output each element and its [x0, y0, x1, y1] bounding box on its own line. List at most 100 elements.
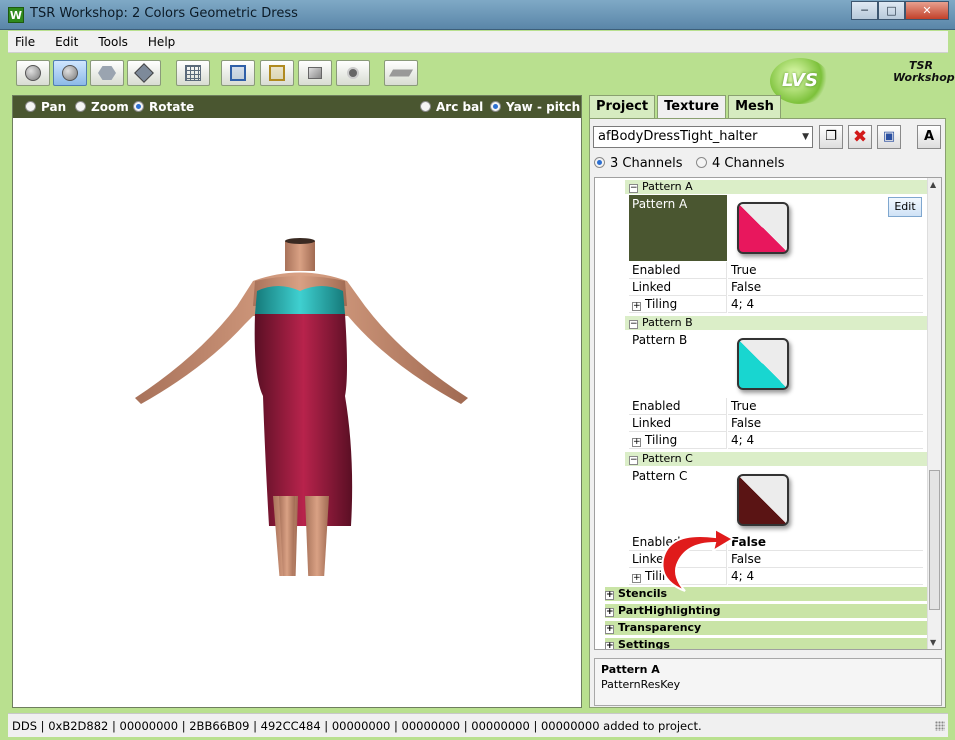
yaw-pitch-radio[interactable] [490, 101, 501, 112]
tab-texture[interactable]: Texture [657, 95, 727, 119]
render-hexagon-button[interactable] [90, 60, 124, 86]
pattern-c-header-label: Pattern C [642, 452, 693, 465]
pattern-a-tiling-value[interactable]: 4; 4 [728, 296, 923, 313]
pattern-c-linked-value[interactable]: False [728, 551, 923, 568]
pattern-a-tiling-label[interactable]: + Tiling [629, 296, 727, 313]
section-settings[interactable]: + Settings [605, 638, 927, 649]
pattern-c-tiling-value[interactable]: 4; 4 [728, 568, 923, 585]
close-button[interactable]: ✕ [905, 1, 949, 20]
pattern-b-enabled-label: Enabled [629, 398, 727, 415]
expand-icon[interactable]: + [605, 625, 614, 634]
texture-panel: afBodyDressTight_halter ▼ ❐ ✖ ▣ A 3 Chan… [589, 118, 946, 708]
yaw-pitch-option[interactable]: Yaw - pitch [490, 100, 580, 114]
4-channels-option[interactable]: 4 Channels [696, 156, 785, 171]
window-title: TSR Workshop: 2 Colors Geometric Dress [30, 6, 298, 21]
a-button[interactable]: A [917, 125, 941, 149]
save-icon: ▣ [882, 129, 896, 144]
pattern-b-tiling-value[interactable]: 4; 4 [728, 432, 923, 449]
resize-grip-icon[interactable] [935, 721, 945, 731]
arcball-radio[interactable] [420, 101, 431, 112]
menu-help[interactable]: Help [148, 35, 175, 49]
menu-tools[interactable]: Tools [98, 35, 128, 49]
arcball-option[interactable]: Arc bal [420, 100, 483, 114]
delete-button[interactable]: ✖ [848, 125, 872, 149]
expand-icon[interactable]: + [632, 438, 641, 447]
chevron-down-icon: ▼ [802, 132, 809, 142]
zoom-option[interactable]: Zoom [75, 100, 129, 114]
menu-bar: File Edit Tools Help [8, 31, 948, 53]
pan-option[interactable]: Pan [25, 100, 66, 114]
tiling-label-text: Tiling [645, 297, 678, 311]
minimize-button[interactable]: ─ [851, 1, 878, 20]
pattern-b-linked-value[interactable]: False [728, 415, 923, 432]
render-sphere-button[interactable] [16, 60, 50, 86]
pattern-a-linked-value[interactable]: False [728, 279, 923, 296]
expand-icon[interactable]: + [632, 574, 641, 583]
scroll-down-icon[interactable]: ▼ [930, 638, 936, 647]
collapse-icon[interactable]: − [629, 456, 638, 465]
mesh-view-button[interactable] [260, 60, 294, 86]
pattern-a-header[interactable]: − Pattern A [625, 180, 927, 194]
grid-button[interactable] [176, 60, 210, 86]
render-diamond-button[interactable] [127, 60, 161, 86]
scroll-thumb[interactable] [929, 470, 940, 610]
tab-project[interactable]: Project [589, 95, 656, 118]
diamond-icon [134, 63, 154, 83]
sphere-shaded-icon [62, 65, 78, 81]
pattern-b-label[interactable]: Pattern B [629, 331, 727, 397]
pattern-b-enabled-value[interactable]: True [728, 398, 923, 415]
section-stencils[interactable]: + Stencils [605, 587, 927, 601]
bone-view-button[interactable] [221, 60, 255, 86]
save-button[interactable]: ▣ [877, 125, 901, 149]
4-channels-radio[interactable] [696, 157, 707, 168]
section-parthighlighting-label: PartHighlighting [618, 604, 721, 617]
description-text: PatternResKey [601, 678, 681, 691]
viewport-options-bar: Pan Zoom Rotate Arc bal Yaw - pitch [13, 96, 581, 118]
collapse-icon[interactable]: − [629, 320, 638, 329]
pattern-a-swatch[interactable] [737, 202, 789, 254]
pattern-c-enabled-value[interactable]: False [728, 534, 923, 551]
property-description: Pattern A PatternResKey [594, 658, 942, 706]
texture-select[interactable]: afBodyDressTight_halter ▼ [593, 126, 813, 148]
cube-blue-icon [230, 65, 246, 81]
3-channels-radio[interactable] [594, 157, 605, 168]
section-transparency[interactable]: + Transparency [605, 621, 927, 635]
sphere-icon [25, 65, 41, 81]
maximize-button[interactable]: □ [878, 1, 905, 20]
tsr-workshop-logo: TSR Workshop [893, 59, 955, 84]
pattern-b-swatch[interactable] [737, 338, 789, 390]
pan-radio[interactable] [25, 101, 36, 112]
rotate-radio[interactable] [133, 101, 144, 112]
property-grid[interactable]: − Pattern A Pattern A Edit Enabled True L… [594, 177, 942, 650]
scroll-up-icon[interactable]: ▲ [930, 180, 936, 189]
pattern-c-swatch[interactable] [737, 474, 789, 526]
expand-icon[interactable]: + [605, 591, 614, 600]
section-parthighlighting[interactable]: + PartHighlighting [605, 604, 927, 618]
copy-icon: ❐ [825, 129, 837, 144]
point-view-button[interactable] [336, 60, 370, 86]
zoom-radio[interactable] [75, 101, 86, 112]
pattern-b-header[interactable]: − Pattern B [625, 316, 927, 330]
property-scrollbar[interactable]: ▲ ▼ [927, 178, 941, 649]
flat-view-button[interactable] [298, 60, 332, 86]
floor-plane-button[interactable] [384, 60, 418, 86]
pattern-b-tiling-label[interactable]: + Tiling [629, 432, 727, 449]
rotate-option[interactable]: Rotate [133, 100, 194, 114]
expand-icon[interactable]: + [605, 642, 614, 649]
menu-edit[interactable]: Edit [55, 35, 78, 49]
render-shaded-button[interactable] [53, 60, 87, 86]
menu-file[interactable]: File [15, 35, 35, 49]
3d-viewport[interactable]: Pan Zoom Rotate Arc bal Yaw - pitch [12, 95, 582, 708]
edit-pattern-button[interactable]: Edit [888, 197, 922, 217]
collapse-icon[interactable]: − [629, 184, 638, 193]
copy-button[interactable]: ❐ [819, 125, 843, 149]
pattern-a-label[interactable]: Pattern A [629, 195, 727, 261]
tab-mesh[interactable]: Mesh [728, 95, 781, 118]
expand-icon[interactable]: + [632, 302, 641, 311]
3-channels-option[interactable]: 3 Channels [594, 156, 683, 171]
expand-icon[interactable]: + [605, 608, 614, 617]
arcball-label: Arc bal [436, 100, 484, 114]
pattern-a-enabled-value[interactable]: True [728, 262, 923, 279]
red-arrow-annotation [661, 527, 735, 592]
pattern-c-header[interactable]: − Pattern C [625, 452, 927, 466]
